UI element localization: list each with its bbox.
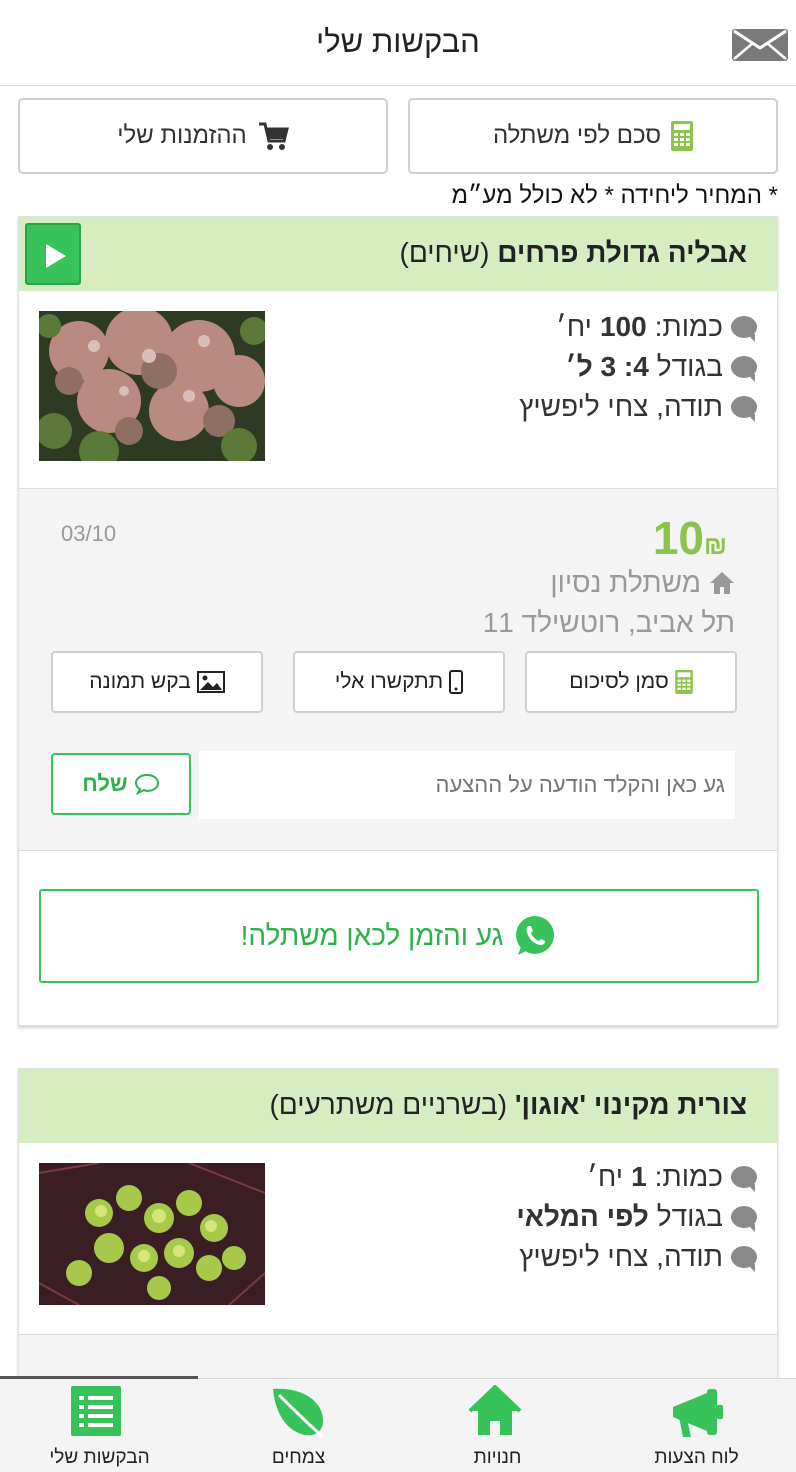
bubble-icon [731,1166,757,1192]
request-details: כמות: 100 יח׳ בגודל 4: 3 ל׳ תודה, צחי לי… [19,291,777,489]
offer-section: 10₪ 03/10 משתלת נסיון תל אביב, רוטשילד 1… [19,489,777,851]
request-details: כמות: 1 יח׳ בגודל לפי המלאי תודה, צחי לי… [19,1143,777,1335]
whatsapp-icon [516,916,555,955]
nursery-address: תל אביב, רוטשילד 11 [482,607,735,638]
order-section: גע והזמן לכאן משתלה! [19,851,777,1025]
summarize-label: סכם לפי משתלה [492,122,662,149]
request-header: צורית מקינוי 'אוגון' (בשרניים משתרעים) [19,1069,777,1143]
offer-message-input[interactable] [199,751,735,819]
call-me-button[interactable]: תתקשרו אלי [293,651,505,713]
my-orders-button[interactable]: ההזמנות שלי [18,98,388,174]
mark-for-summary-button[interactable]: סמן לסיכום [525,651,737,713]
summarize-by-nursery-button[interactable]: סכם לפי משתלה [408,98,778,174]
image-icon [196,671,225,693]
bubble-icon [731,316,757,342]
plant-name: אבליה גדולת פרחים (שיחים) [399,237,747,268]
top-bar: הבקשות שלי [0,0,796,86]
calculator-icon [674,670,693,694]
tab-offers-board[interactable]: לוח הצעות [597,1379,796,1472]
megaphone-icon [673,1389,723,1437]
play-button[interactable] [25,223,81,285]
size-row: בגודל 4: 3 ל׳ [565,351,757,383]
page-title: הבקשות שלי [316,24,480,59]
bubble-icon [731,1206,757,1232]
list-icon [71,1386,121,1436]
home-icon [468,1385,522,1435]
tab-label: הבקשות שלי [49,1447,150,1468]
offer-price: 10₪ [652,512,727,564]
thanks-row: תודה, צחי ליפשיץ [519,1241,757,1273]
calculator-icon [671,121,694,151]
price-note: * המחיר ליחידה * לא כולל מע״מ [451,182,778,209]
request-card: צורית מקינוי 'אוגון' (בשרניים משתרעים) כ… [18,1068,778,1399]
quantity-row: כמות: 100 יח׳ [556,311,757,343]
plant-photo[interactable] [39,311,265,461]
envelope-icon[interactable] [731,28,789,62]
cart-icon [258,122,289,150]
tab-my-requests[interactable]: הבקשות שלי [0,1379,199,1472]
leaf-icon [273,1388,324,1439]
tab-stores[interactable]: חנויות [398,1379,597,1472]
tab-label: לוח הצעות [654,1447,739,1468]
tab-label: צמחים [271,1447,326,1468]
home-icon [710,572,734,594]
request-photo-button[interactable]: בקש תמונה [51,651,263,713]
offer-date: 03/10 [61,521,117,546]
bubble-icon [731,1246,757,1272]
size-row: בגודל לפי המלאי [516,1201,757,1233]
nursery-name: משתלת נסיון [550,567,735,599]
chat-bubble-icon [134,773,159,795]
bubble-icon [731,396,757,422]
quantity-row: כמות: 1 יח׳ [587,1161,757,1193]
my-orders-label: ההזמנות שלי [117,122,247,149]
bottom-tab-bar: הבקשות שלי צמחים חנויות לוח הצעות [0,1376,796,1472]
tab-plants[interactable]: צמחים [199,1379,398,1472]
send-button[interactable]: שלח [51,753,191,815]
phone-icon [449,670,464,694]
tab-label: חנויות [473,1447,522,1468]
thanks-row: תודה, צחי ליפשיץ [519,391,757,423]
request-header: אבליה גדולת פרחים (שיחים) [19,217,777,291]
plant-name: צורית מקינוי 'אוגון' (בשרניים משתרעים) [269,1089,747,1120]
bubble-icon [731,356,757,382]
plant-photo[interactable] [39,1163,265,1305]
request-card: אבליה גדולת פרחים (שיחים) כמות: 100 יח׳ … [18,216,778,1026]
whatsapp-order-button[interactable]: גע והזמן לכאן משתלה! [39,889,759,983]
